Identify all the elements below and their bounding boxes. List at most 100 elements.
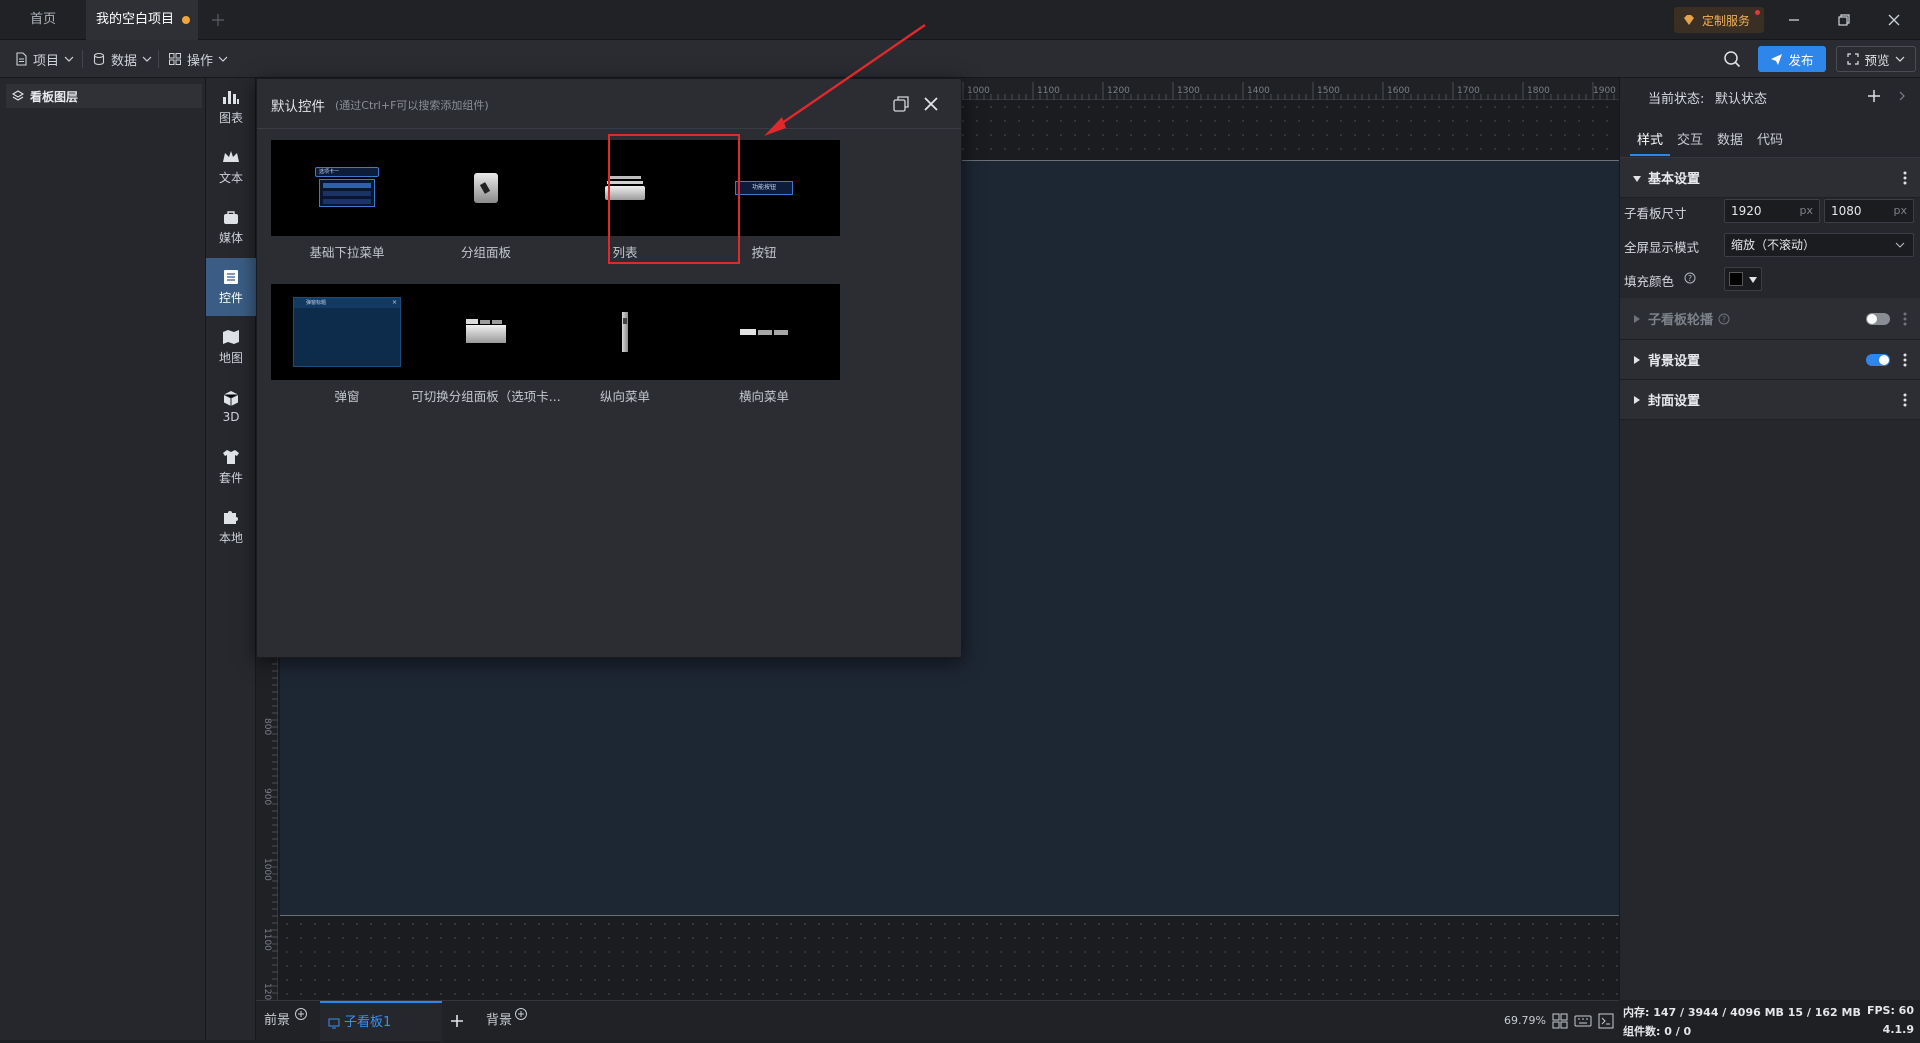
card-thumbnail bbox=[410, 140, 562, 236]
keyboard-icon[interactable] bbox=[1574, 1013, 1592, 1029]
tab-foreground[interactable]: 前景 bbox=[264, 1001, 290, 1041]
component-card-tab-panel[interactable]: 可切换分组面板（选项卡... bbox=[410, 284, 562, 405]
subboard-label: 子看板1 bbox=[344, 1015, 392, 1030]
component-card-dialog[interactable]: 弹窗标题 × 弹窗 bbox=[271, 284, 423, 405]
operate-menu[interactable]: 操作 bbox=[168, 40, 228, 78]
project-menu-label: 项目 bbox=[33, 53, 60, 69]
collapse-panel-button[interactable] bbox=[1896, 90, 1908, 102]
tab-subboard[interactable]: 子看板1 bbox=[320, 1001, 442, 1041]
component-card-group-panel[interactable]: 分组面板 bbox=[410, 140, 562, 261]
fullscreen-label: 全屏显示模式 bbox=[1624, 240, 1700, 255]
help-icon[interactable]: ? bbox=[1684, 272, 1696, 284]
section-title: 背景设置 bbox=[1648, 354, 1701, 369]
dropdown-preview-list bbox=[319, 179, 375, 207]
rail-item-label: 控件 bbox=[218, 290, 243, 305]
data-menu[interactable]: 数据 bbox=[92, 40, 152, 78]
rail-item-text[interactable]: 文本 bbox=[206, 138, 256, 196]
ruler-label: 1300 bbox=[1177, 86, 1200, 96]
tab-home[interactable]: 首页 bbox=[0, 0, 86, 40]
tab-code[interactable]: 代码 bbox=[1752, 126, 1788, 156]
publish-button[interactable]: 发布 bbox=[1758, 46, 1826, 72]
tab-data[interactable]: 数据 bbox=[1712, 126, 1748, 156]
more-icon[interactable] bbox=[1903, 353, 1907, 367]
more-icon[interactable] bbox=[1903, 393, 1907, 407]
tab-project[interactable]: 我的空白项目 bbox=[86, 0, 198, 40]
section-subboard-carousel[interactable]: 子看板轮播 ? bbox=[1620, 298, 1920, 340]
canvas-grid-top bbox=[956, 100, 1619, 160]
add-tab-button[interactable] bbox=[208, 10, 228, 30]
rail-item-local[interactable]: 本地 bbox=[206, 498, 256, 556]
canvas-grid-bottom bbox=[280, 917, 1619, 1000]
close-window-button[interactable] bbox=[1882, 8, 1906, 32]
preview-button[interactable]: 预览 bbox=[1836, 46, 1916, 72]
tab-style[interactable]: 样式 bbox=[1630, 126, 1670, 156]
add-state-button[interactable] bbox=[1866, 88, 1882, 104]
background-label: 背景 bbox=[486, 1013, 513, 1028]
state-value[interactable]: 默认状态 bbox=[1715, 88, 1767, 107]
rail-item-map[interactable]: 地图 bbox=[206, 318, 256, 376]
rail-item-label: 文本 bbox=[218, 170, 243, 185]
card-thumbnail: 弹窗标题 × bbox=[271, 284, 423, 380]
popup-hint: (通过Ctrl+F可以搜索添加组件) bbox=[335, 99, 489, 112]
height-unit: px bbox=[1893, 204, 1908, 217]
zoom-level[interactable]: 69.79% bbox=[1504, 1014, 1546, 1027]
more-icon[interactable] bbox=[1903, 171, 1907, 185]
rail-item-controls[interactable]: 控件 bbox=[206, 258, 256, 316]
minimize-button[interactable] bbox=[1782, 8, 1806, 32]
tab-home-label: 首页 bbox=[29, 12, 56, 27]
tab-interaction[interactable]: 交互 bbox=[1672, 126, 1708, 156]
ruler-label: 1100 bbox=[262, 928, 272, 951]
custom-service-label: 定制服务 bbox=[1702, 13, 1751, 28]
component-card-vertical-menu[interactable]: 纵向菜单 bbox=[549, 284, 701, 405]
fullscreen-value: 缩放（不滚动） bbox=[1731, 238, 1816, 252]
add-circle-icon[interactable] bbox=[294, 1007, 308, 1021]
more-icon[interactable] bbox=[1903, 312, 1907, 326]
rail-item-3d[interactable]: 3D bbox=[206, 378, 256, 436]
layers-header[interactable]: 看板图层 bbox=[6, 84, 202, 108]
rail-item-suite[interactable]: 套件 bbox=[206, 438, 256, 496]
fullscreen-mode-select[interactable]: 缩放（不滚动） bbox=[1724, 233, 1914, 257]
size-label: 子看板尺寸 bbox=[1624, 206, 1687, 221]
width-input[interactable]: 1920 px bbox=[1724, 199, 1820, 223]
toolbar-divider bbox=[158, 50, 159, 68]
group-panel-preview bbox=[474, 173, 498, 203]
add-circle-icon[interactable] bbox=[514, 1007, 528, 1021]
carousel-toggle[interactable] bbox=[1866, 313, 1890, 325]
highlight-box bbox=[608, 134, 740, 264]
tab-bar: 首页 我的空白项目 定制服务 bbox=[0, 0, 1920, 40]
version-label: 4.1.9 bbox=[1882, 1023, 1914, 1036]
plus-icon[interactable] bbox=[450, 1014, 464, 1028]
component-card-horizontal-menu[interactable]: 横向菜单 bbox=[688, 284, 840, 405]
rail-item-media[interactable]: 媒体 bbox=[206, 198, 256, 256]
card-thumbnail bbox=[410, 284, 562, 380]
horizontal-menu-preview bbox=[740, 329, 788, 335]
fill-color-picker[interactable] bbox=[1724, 267, 1762, 291]
properties-panel: 当前状态: 默认状态 样式 交互 数据 代码 基本设置 子看板尺寸 1920 p… bbox=[1619, 78, 1920, 1040]
background-toggle[interactable] bbox=[1866, 354, 1890, 366]
ruler-label: 1500 bbox=[1317, 86, 1340, 96]
project-menu[interactable]: 项目 bbox=[14, 40, 74, 78]
tab-panel-preview bbox=[466, 319, 506, 345]
ruler-label: 1900 bbox=[1593, 86, 1616, 96]
height-input[interactable]: 1080 px bbox=[1824, 199, 1914, 223]
diamond-icon bbox=[1684, 15, 1694, 25]
section-basic-settings[interactable]: 基本设置 bbox=[1620, 158, 1920, 198]
rail-item-label: 图表 bbox=[218, 110, 243, 125]
component-card-dropdown[interactable]: 选项卡一 基础下拉菜单 bbox=[271, 140, 423, 261]
vertical-menu-preview bbox=[622, 312, 628, 352]
custom-service-button[interactable]: 定制服务 bbox=[1674, 7, 1764, 33]
fit-screen-icon[interactable] bbox=[1552, 1013, 1568, 1029]
tab-background[interactable]: 背景 bbox=[486, 1001, 512, 1041]
restore-button[interactable] bbox=[1832, 8, 1856, 32]
terminal-icon[interactable] bbox=[1598, 1013, 1614, 1029]
ruler-label: 800 bbox=[262, 718, 272, 736]
publish-label: 发布 bbox=[1788, 52, 1814, 68]
ruler-label: 900 bbox=[262, 788, 272, 806]
card-label: 弹窗 bbox=[334, 389, 360, 404]
help-icon[interactable]: ? bbox=[1718, 313, 1730, 325]
ruler-label: 1000 bbox=[262, 858, 272, 881]
rail-item-chart[interactable]: 图表 bbox=[206, 78, 256, 136]
section-cover-settings[interactable]: 封面设置 bbox=[1620, 380, 1920, 420]
search-button[interactable] bbox=[1722, 49, 1742, 69]
section-background-settings[interactable]: 背景设置 bbox=[1620, 340, 1920, 380]
